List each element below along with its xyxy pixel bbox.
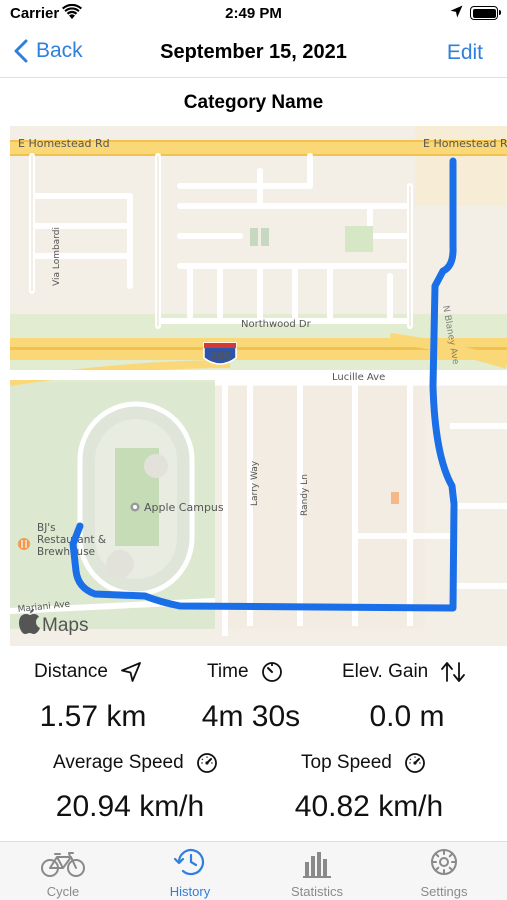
tab-cycle-label: Cycle — [46, 884, 80, 899]
tab-settings[interactable]: Settings — [381, 842, 507, 900]
tab-bar: Cycle History Statistics Settings — [0, 841, 507, 900]
bicycle-icon — [41, 852, 85, 877]
bar-chart-icon — [303, 852, 331, 878]
map-label-homestead-right: E Homestead Rd — [423, 137, 507, 150]
route-map[interactable]: E Homestead Rd E Homestead Rd Northwood … — [10, 126, 507, 646]
top-speed-label: Top Speed — [301, 752, 392, 773]
map-label-lucille: Lucille Ave — [332, 372, 385, 383]
status-time: 2:49 PM — [225, 5, 282, 22]
map-label-via-lombardi: Via Lombardi — [52, 227, 62, 286]
map-label-apple-campus: Apple Campus — [144, 501, 224, 514]
restaurant-pin-icon — [18, 538, 30, 550]
status-bar: Carrier 2:49 PM — [0, 0, 507, 28]
up-down-arrows-icon — [441, 662, 466, 682]
map-label-larry-way: Larry Way — [250, 460, 260, 506]
time-value: 4m 30s — [201, 700, 301, 733]
speedometer-icon — [196, 753, 217, 773]
navigation-bar: Back September 15, 2021 Edit — [0, 28, 507, 78]
location-services-icon — [450, 5, 463, 22]
map-label-homestead-left: E Homestead Rd — [18, 137, 110, 150]
elevation-label: Elev. Gain — [342, 661, 429, 682]
elevation-label-row: Elev. Gain — [342, 661, 466, 683]
battery-icon — [470, 6, 501, 20]
time-label-row: Time — [207, 661, 283, 683]
location-arrow-icon — [121, 662, 141, 682]
top-speed-value: 40.82 km/h — [294, 790, 444, 823]
elevation-value: 0.0 m — [369, 700, 445, 733]
average-speed-label: Average Speed — [53, 752, 184, 773]
average-speed-label-row: Average Speed — [53, 752, 218, 774]
distance-value: 1.57 km — [39, 700, 147, 733]
tab-cycle[interactable]: Cycle — [0, 842, 126, 900]
top-speed-label-row: Top Speed — [301, 752, 426, 774]
gear-icon — [431, 849, 457, 875]
tab-history-label: History — [169, 884, 211, 899]
tab-history[interactable]: History — [127, 842, 253, 900]
tab-settings-label: Settings — [420, 884, 468, 899]
edit-button[interactable]: Edit — [447, 41, 483, 65]
time-label: Time — [207, 661, 249, 682]
svg-text:Maps: Maps — [42, 615, 88, 636]
clock-history-icon — [173, 849, 205, 876]
map-label-restaurant-1: BJ's — [37, 522, 56, 534]
apple-campus-marker — [130, 502, 140, 512]
category-name: Category Name — [183, 92, 324, 113]
map-label-randy-ln: Randy Ln — [300, 474, 310, 516]
page-title: September 15, 2021 — [160, 41, 347, 63]
distance-label: Distance — [34, 661, 108, 682]
distance-label-row: Distance — [34, 661, 142, 683]
speedometer-icon — [404, 753, 425, 773]
average-speed-value: 20.94 km/h — [55, 790, 205, 823]
tab-statistics-label: Statistics — [290, 884, 343, 899]
map-label-highway: 280 — [210, 351, 231, 362]
timer-icon — [261, 662, 282, 682]
map-label-northwood: Northwood Dr — [241, 319, 312, 330]
tab-statistics[interactable]: Statistics — [254, 842, 380, 900]
map-label-restaurant-3: Brewhouse — [37, 546, 95, 558]
